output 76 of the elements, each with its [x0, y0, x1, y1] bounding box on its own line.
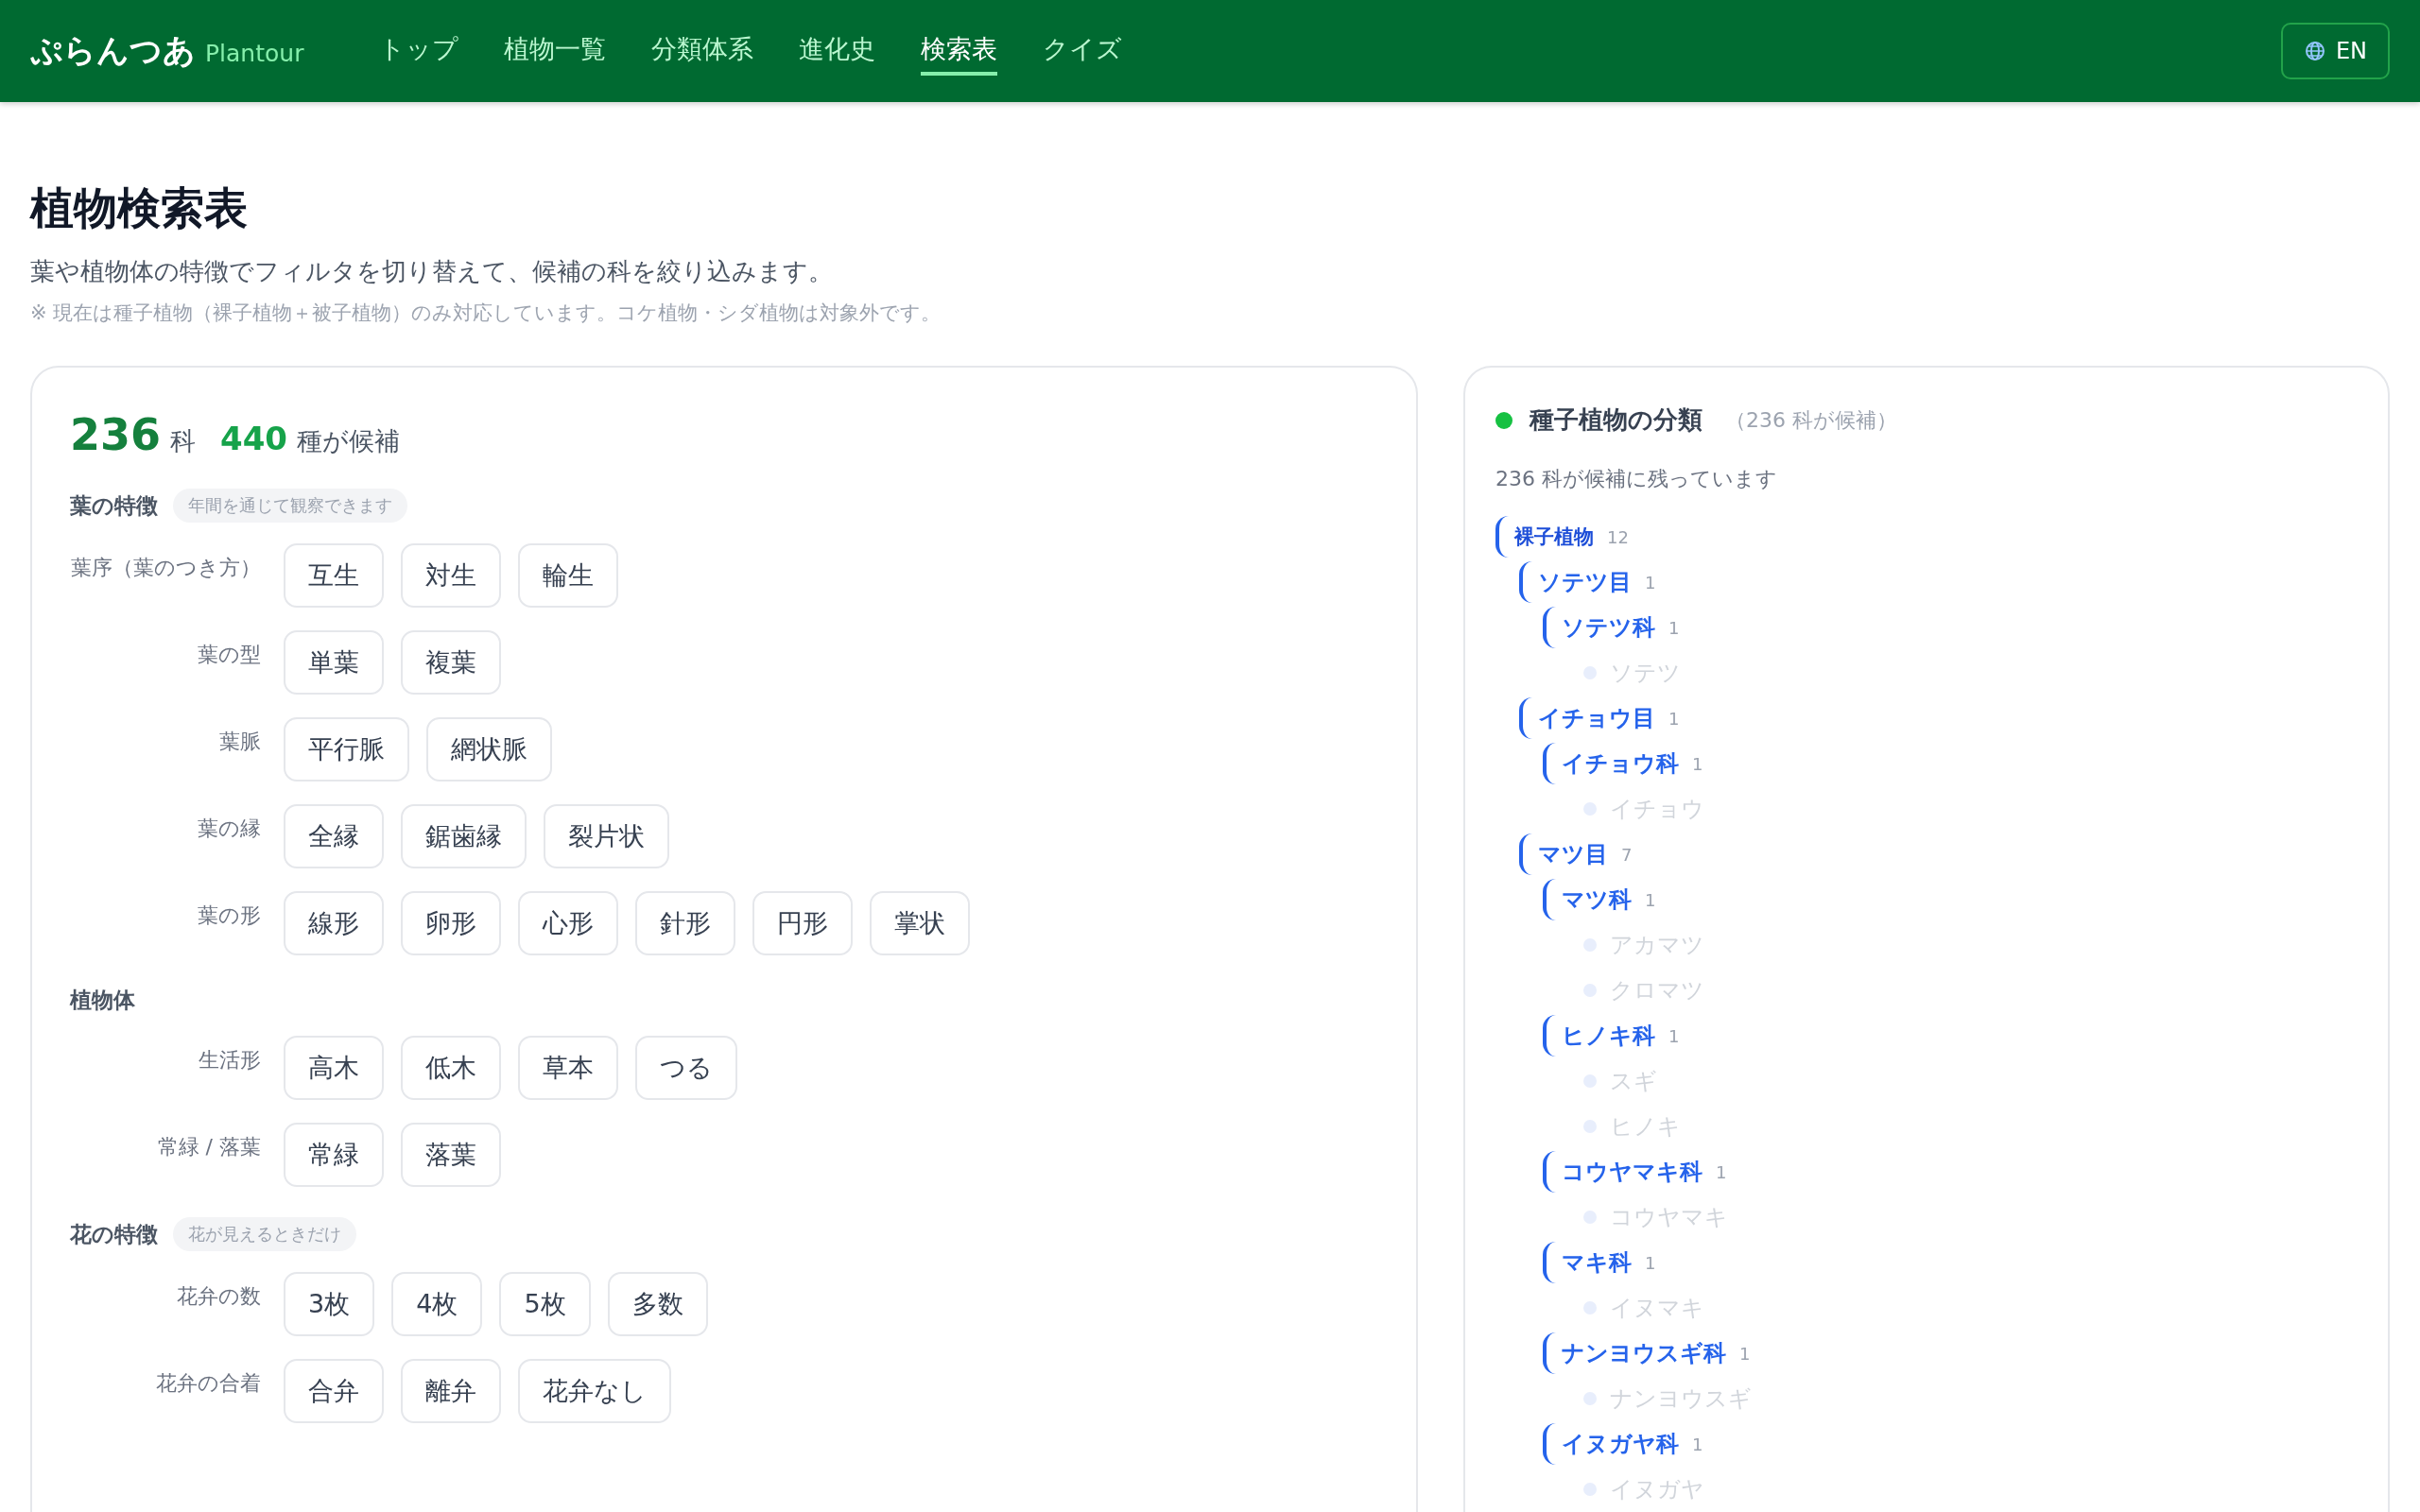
logo-subtitle: Plantour: [205, 40, 304, 67]
page-title: 植物検索表: [30, 181, 249, 235]
taxon-node[interactable]: マツ目 7: [1519, 833, 1633, 875]
taxon-node[interactable]: マキ科 1: [1543, 1242, 1656, 1283]
filter-label: 花弁の合着: [155, 1370, 261, 1397]
section-tag: 花が見えるときだけ: [173, 1217, 356, 1251]
family-count: 236: [70, 409, 162, 460]
nav-link[interactable]: クイズ: [1043, 26, 1123, 76]
taxon-node[interactable]: ソテツ目 1: [1519, 561, 1656, 603]
page-description: 葉や植物体の特徴でフィルタを切り替えて、候補の科を絞り込みます。: [30, 256, 834, 287]
taxon-node[interactable]: ナンヨウスギ科 1: [1543, 1332, 1751, 1374]
filter-chip[interactable]: 単葉: [284, 630, 384, 695]
filter-chip[interactable]: 卵形: [401, 891, 501, 955]
filter-chip[interactable]: 落葉: [401, 1123, 501, 1187]
filter-chip[interactable]: 針形: [635, 891, 735, 955]
panel-title: 種子植物の分類: [1530, 404, 1703, 436]
filter-chip[interactable]: 離弁: [401, 1359, 501, 1423]
nav-link[interactable]: 分類体系: [651, 26, 754, 76]
filter-chip[interactable]: 円形: [752, 891, 853, 955]
page-note: ※ 現在は種子植物（裸子植物＋被子植物）のみ対応しています。コケ植物・シダ植物は対象外です。: [30, 301, 942, 326]
nav-link[interactable]: 植物一覧: [504, 26, 607, 76]
taxon-node[interactable]: ヒノキ科 1: [1543, 1015, 1680, 1057]
filter-label: 花弁の数: [176, 1283, 261, 1310]
taxon-node[interactable]: イヌガヤ科 1: [1543, 1423, 1703, 1465]
filter-chip[interactable]: 掌状: [870, 891, 970, 955]
taxon-node[interactable]: マツ科 1: [1543, 879, 1656, 920]
section-title: 植物体: [70, 987, 135, 1014]
status-dot: [1495, 411, 1512, 429]
filter-chip[interactable]: 輪生: [518, 543, 618, 608]
filter-chip[interactable]: 3枚: [284, 1272, 375, 1336]
taxon-node[interactable]: ソテツ科 1: [1543, 607, 1680, 648]
filter-chip[interactable]: 常緑: [284, 1123, 384, 1187]
filter-chip[interactable]: 心形: [518, 891, 618, 955]
filter-chip[interactable]: 合弁: [284, 1359, 384, 1423]
taxon-node[interactable]: コウヤマキ科 1: [1543, 1151, 1727, 1193]
section-title: 葉の特徴: [70, 491, 158, 520]
filter-chip[interactable]: 裂片状: [544, 804, 669, 868]
family-unit: 科: [170, 425, 197, 457]
filter-label: 葉序（葉のつき方）: [70, 555, 261, 581]
species-count: 440: [220, 420, 287, 457]
filter-label: 生活形: [198, 1047, 261, 1074]
filter-label: 葉脈: [218, 729, 261, 755]
summary-text: 236 科が候補に残っています: [1495, 466, 1778, 492]
logo[interactable]: ぷらんつあ: [30, 29, 196, 73]
filter-chip[interactable]: 花弁なし: [518, 1359, 671, 1423]
language-button[interactable]: EN: [2280, 23, 2390, 79]
filter-label: 葉の型: [197, 642, 261, 668]
candidate-count: （236 科が候補）: [1725, 406, 1897, 434]
taxon-node[interactable]: 裸子植物 12: [1495, 516, 1629, 558]
taxon-node[interactable]: イチョウ科 1: [1543, 743, 1703, 784]
filter-chip[interactable]: 平行脈: [284, 717, 409, 782]
filter-chip[interactable]: 低木: [401, 1036, 501, 1100]
nav-link[interactable]: 進化史: [799, 26, 876, 76]
filter-chip[interactable]: 複葉: [401, 630, 501, 695]
filter-chip[interactable]: 線形: [284, 891, 384, 955]
filter-chip[interactable]: 網状脈: [426, 717, 552, 782]
filter-chip[interactable]: 高木: [284, 1036, 384, 1100]
nav-link[interactable]: 検索表: [921, 26, 998, 76]
nav-link[interactable]: トップ: [379, 26, 459, 76]
filter-chip[interactable]: 5枚: [499, 1272, 591, 1336]
globe-icon: [2303, 40, 2326, 62]
filter-chip[interactable]: つる: [635, 1036, 737, 1100]
species-unit: 種が候補: [297, 425, 400, 457]
filter-label: 常緑 / 落葉: [156, 1134, 261, 1160]
section-tag: 年間を通じて観察できます: [173, 489, 407, 523]
filter-chip[interactable]: 互生: [284, 543, 384, 608]
filter-chip[interactable]: 鋸歯縁: [401, 804, 527, 868]
filter-chip[interactable]: 4枚: [391, 1272, 483, 1336]
filter-label: 葉の形: [197, 902, 261, 929]
filter-chip[interactable]: 草本: [518, 1036, 618, 1100]
section-title: 花の特徴: [70, 1220, 158, 1248]
filter-chip[interactable]: 多数: [607, 1272, 708, 1336]
filter-label: 葉の縁: [197, 816, 261, 842]
filter-chip[interactable]: 対生: [401, 543, 501, 608]
filter-chip[interactable]: 全縁: [284, 804, 384, 868]
taxon-node[interactable]: イチョウ目 1: [1519, 697, 1680, 739]
